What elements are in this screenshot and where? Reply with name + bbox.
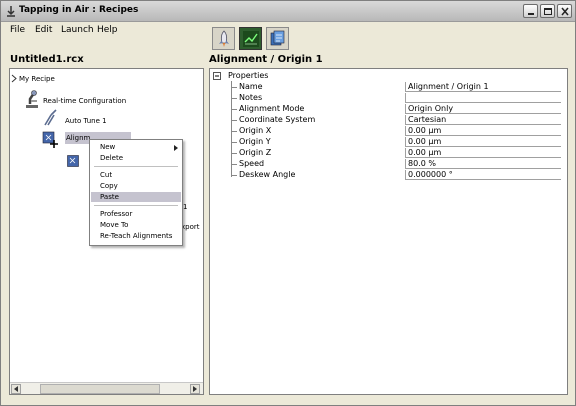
- tree-guide-tick: [231, 175, 237, 176]
- alignment-icon: [42, 131, 58, 148]
- context-menu: New Delete Cut Copy Paste Professor Move…: [89, 139, 183, 246]
- property-name: Notes: [239, 93, 263, 102]
- context-menu-paste[interactable]: Paste: [91, 192, 181, 202]
- property-value[interactable]: 0.000000 °: [405, 170, 561, 180]
- property-name: Origin Y: [239, 137, 271, 146]
- menu-launch[interactable]: Launch: [61, 25, 94, 35]
- property-value[interactable]: 0.00 µm: [405, 137, 561, 147]
- property-value[interactable]: Alignment / Origin 1: [405, 82, 561, 92]
- submenu-arrow-icon: [174, 145, 178, 151]
- property-value[interactable]: [405, 93, 561, 103]
- tree-guide-tick: [231, 120, 237, 121]
- tree-item-alignment[interactable]: Alignm: [66, 134, 90, 142]
- maximize-button[interactable]: [540, 4, 555, 18]
- app-window: Tapping in Air : Recipes File Edit Launc…: [0, 0, 576, 406]
- tree-horizontal-scrollbar[interactable]: [10, 382, 203, 394]
- context-menu-reteach-label: Re-Teach Alignments: [100, 232, 173, 240]
- scroll-left-button[interactable]: [11, 384, 21, 394]
- property-name: Deskew Angle: [239, 170, 296, 179]
- tree-guide-tick: [231, 131, 237, 132]
- tree-item-root[interactable]: My Recipe: [19, 75, 55, 83]
- property-name: Origin X: [239, 126, 272, 135]
- chart-toolbar-button[interactable]: [239, 27, 262, 50]
- arrow-left-icon: [14, 386, 18, 392]
- context-menu-new[interactable]: New: [91, 142, 181, 152]
- app-icon: [7, 6, 15, 17]
- context-menu-copy-label: Copy: [100, 182, 118, 190]
- context-menu-cut[interactable]: Cut: [91, 170, 181, 180]
- tree-guide-tick: [231, 164, 237, 165]
- rocket-icon: [219, 30, 229, 47]
- menu-file[interactable]: File: [10, 25, 25, 35]
- menu-edit[interactable]: Edit: [35, 25, 52, 35]
- minimize-button[interactable]: [523, 4, 538, 18]
- property-value[interactable]: 0.00 µm: [405, 148, 561, 158]
- context-menu-new-label: New: [100, 143, 116, 151]
- context-menu-delete[interactable]: Delete: [91, 153, 181, 163]
- launch-toolbar-button[interactable]: [212, 27, 235, 50]
- tree-guide-tick: [231, 98, 237, 99]
- context-menu-reteach[interactable]: Re-Teach Alignments: [91, 231, 181, 241]
- chart-icon: [243, 31, 259, 47]
- context-menu-move-to-label: Move To: [100, 221, 129, 229]
- minimize-icon: [528, 13, 534, 15]
- properties-panel-title: Alignment / Origin 1: [209, 54, 323, 65]
- arrow-right-icon: [193, 386, 197, 392]
- context-menu-professor[interactable]: Professor: [91, 209, 181, 219]
- close-icon: [561, 7, 569, 16]
- tree-item-partial-1: 1: [183, 203, 188, 211]
- context-menu-cut-label: Cut: [100, 171, 113, 179]
- tree-item-realtime-config[interactable]: Real-time Configuration: [43, 97, 126, 105]
- menu-help[interactable]: Help: [97, 25, 118, 35]
- property-value[interactable]: Cartesian: [405, 115, 561, 125]
- context-menu-move-to[interactable]: Move To: [91, 220, 181, 230]
- scroll-right-button[interactable]: [190, 384, 200, 394]
- context-menu-professor-label: Professor: [100, 210, 133, 218]
- window-title: Tapping in Air : Recipes: [19, 5, 139, 15]
- maximize-icon: [544, 8, 552, 15]
- menu-separator: [94, 166, 178, 167]
- property-value[interactable]: 80.0 %: [405, 159, 561, 169]
- tree-guide-tick: [231, 109, 237, 110]
- title-bar: Tapping in Air : Recipes: [1, 1, 575, 22]
- tree-item-auto-tune[interactable]: Auto Tune 1: [65, 117, 107, 125]
- property-name: Name: [239, 82, 263, 91]
- tree-guide-tick: [231, 142, 237, 143]
- scroll-thumb[interactable]: [40, 384, 160, 394]
- context-menu-copy[interactable]: Copy: [91, 181, 181, 191]
- settings-toolbar-button[interactable]: [266, 27, 289, 50]
- property-value[interactable]: Origin Only: [405, 104, 561, 114]
- close-button[interactable]: [557, 4, 572, 18]
- properties-panel: Properties Name Alignment / Origin 1 Notes…: [209, 68, 568, 395]
- property-value[interactable]: 0.00 µm: [405, 126, 561, 136]
- tuning-fork-icon: [44, 109, 57, 126]
- collapse-icon[interactable]: [213, 72, 221, 80]
- property-name: Alignment Mode: [239, 104, 305, 113]
- context-menu-delete-label: Delete: [100, 154, 123, 162]
- property-name: Coordinate System: [239, 115, 316, 124]
- property-name: Speed: [239, 159, 265, 168]
- tree-guide-line: [231, 81, 232, 177]
- pages-icon: [270, 30, 285, 46]
- tree-guide-tick: [231, 87, 237, 88]
- tree-item-partial-export: xport: [181, 223, 200, 231]
- menu-separator: [94, 205, 178, 206]
- drag-alignment-icon: [67, 155, 79, 167]
- expand-arrow-icon[interactable]: [11, 74, 18, 83]
- context-menu-paste-label: Paste: [100, 193, 119, 201]
- properties-group-label: Properties: [228, 71, 269, 80]
- tree-guide-tick: [231, 153, 237, 154]
- document-filename: Untitled1.rcx: [10, 54, 84, 65]
- property-name: Origin Z: [239, 148, 272, 157]
- microscope-icon: [26, 90, 38, 108]
